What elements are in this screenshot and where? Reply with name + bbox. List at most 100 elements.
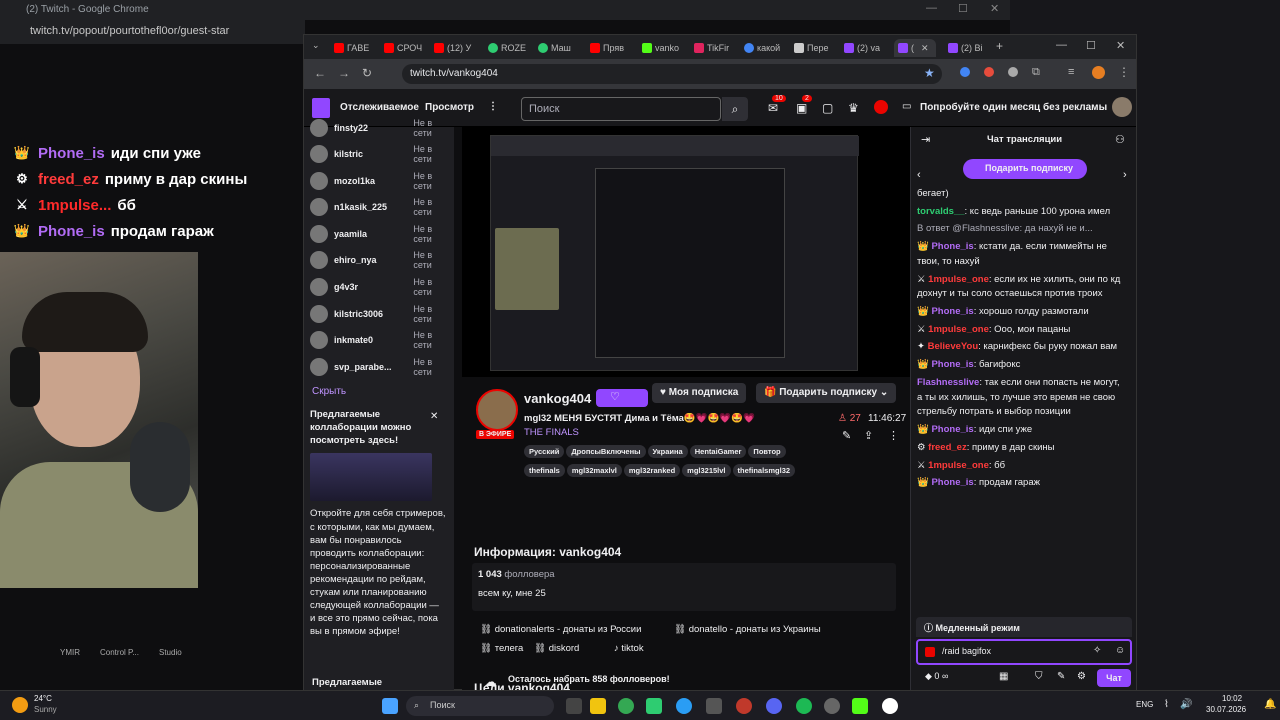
opera-icon[interactable] [736,698,752,714]
whispers-icon[interactable]: ▣ [796,101,807,115]
reload-icon[interactable]: ↻ [362,66,372,80]
extension-icon[interactable] [1008,67,1018,77]
crown-icon[interactable]: ♛ [848,101,859,115]
channel-points[interactable]: ◆ 0 ∞ [925,671,948,682]
sidebar-item[interactable]: yaamila Не в сети [310,221,450,247]
sidebar-item[interactable]: finsty22 Не в сети [310,115,450,141]
pen-icon[interactable]: ✎ [1057,671,1065,682]
collapse-chat-icon[interactable]: ⇥ [921,133,930,146]
chevron-left-icon[interactable]: ‹ [917,169,921,181]
chevron-right-icon[interactable]: › [1123,169,1127,181]
puzzle-icon[interactable]: ⧉ [1032,66,1040,79]
browser-tab[interactable]: (12) У [434,39,476,57]
browser-tab[interactable]: vanko [642,39,684,57]
gift-sub-chat-button[interactable]: Подарить подписку [963,159,1087,179]
browser-tab[interactable]: какой [744,39,786,57]
users-icon[interactable]: ⚇ [1115,133,1125,146]
sidebar-item[interactable]: kilstric3006 Не в сети [310,301,450,327]
browser-tab[interactable]: TikFir [694,39,736,57]
channel-avatar[interactable] [476,389,518,431]
volume-icon[interactable]: 🔊 [1180,699,1192,710]
list-icon[interactable]: ≡ [1068,66,1074,78]
sidebar-item[interactable]: svp_parabe... Не в сети [310,354,450,380]
browser-tab[interactable]: ГАВЕ [334,39,376,57]
prime-icon[interactable] [874,100,888,114]
browser-tab[interactable]: Пряв [590,39,632,57]
ad-free-promo[interactable]: Попробуйте один месяц без рекламы [920,102,1107,113]
telegram-icon[interactable] [676,698,692,714]
more-icon[interactable]: ⋮ [888,429,899,442]
gift-sub-button[interactable]: 🎁 Подарить подписку ⌄ [756,383,897,403]
star-icon[interactable]: ★ [924,66,935,80]
tag[interactable]: HentaiGamer [689,445,747,458]
minimize-icon[interactable]: — [926,2,937,14]
sidebar-item[interactable]: n1kasik_225 Не в сети [310,194,450,220]
browser-tab[interactable]: (2) Bi [948,39,990,57]
sidebar-item[interactable]: mozol1ka Не в сети [310,168,450,194]
magic-icon[interactable]: ✧ [1093,645,1101,656]
sidebar-item[interactable]: g4v3r Не в сети [310,274,450,300]
browser-tab[interactable]: Пере [794,39,836,57]
gear-icon[interactable]: ⚙ [1077,671,1086,682]
inbox-icon[interactable]: ✉ [768,101,778,115]
app-icon[interactable] [706,698,722,714]
chat-send-button[interactable]: Чат [1097,669,1131,687]
tab-list-icon[interactable]: ⌄ [312,40,320,51]
share-icon[interactable]: ⇪ [864,429,873,442]
spotify-icon[interactable] [796,698,812,714]
close-icon[interactable]: ✕ [990,2,999,15]
link-telegram[interactable]: ⛓ телега [480,643,523,654]
shield-icon[interactable]: ⛉ [1035,671,1043,682]
url-field[interactable]: twitch.tv/vankog404 [402,64,942,84]
my-sub-button[interactable]: ♥ Моя подписка [652,383,747,403]
clock-date[interactable]: 30.07.2026 [1206,705,1246,714]
follow-button[interactable] [596,389,648,407]
explorer-icon[interactable] [590,698,606,714]
network-icon[interactable]: ⌇ [1164,699,1169,710]
tag[interactable]: mgl32ranked [623,464,681,477]
forward-icon[interactable]: → [338,66,350,80]
tag[interactable]: thefinalsmgl32 [732,464,796,477]
kick-icon[interactable] [852,698,868,714]
game-link[interactable]: THE FINALS [524,427,579,438]
chat-bubble-icon[interactable]: ▢ [822,101,833,115]
tag[interactable]: mgl32maxlvl [566,464,622,477]
link-discord[interactable]: ⛓ diskord [534,643,579,654]
edit-icon[interactable]: ✎ [842,429,851,442]
link-donationalerts[interactable]: ⛓ donationalerts - донаты из России [480,624,641,635]
link-tiktok[interactable]: ♪ tiktok [614,643,644,654]
video-player[interactable] [462,127,910,377]
taskbar-search[interactable]: Поиск [406,696,554,716]
clock-time[interactable]: 10:02 [1222,694,1242,703]
browser-tab[interactable]: (2) va [844,39,886,57]
sidebar-item[interactable]: inkmate0 Не в сети [310,327,450,353]
emote-icon[interactable]: ☺ [1115,645,1125,656]
new-tab-icon[interactable]: + [996,39,1003,53]
search-icon[interactable]: ⌕ [722,97,748,121]
user-avatar[interactable] [1112,97,1132,117]
notification-icon[interactable]: 🔔 [1264,699,1276,710]
discord-icon[interactable] [766,698,782,714]
close-icon[interactable]: ✕ [430,411,438,422]
browser-tab[interactable]: ROZE [488,39,530,57]
nav-following[interactable]: Отслеживаемое [340,102,419,113]
browser-tab[interactable]: Маш [538,39,580,57]
back-icon[interactable]: ← [314,66,326,80]
language-indicator[interactable]: ENG [1136,700,1153,709]
maximize-icon[interactable]: ☐ [1086,39,1096,52]
minimize-icon[interactable]: — [1056,39,1067,51]
chrome-icon[interactable] [618,698,634,714]
close-icon[interactable]: ✕ [1116,39,1125,52]
sidebar-item[interactable]: kilstric Не в сети [310,141,450,167]
tag[interactable]: ДропсыВключены [566,445,646,458]
tag[interactable]: mgl3215lvl [682,464,731,477]
link-donatello[interactable]: ⛓ donatello - донаты из Украины [674,624,821,635]
hide-link[interactable]: Скрыть [312,386,346,397]
tag[interactable]: Русский [524,445,565,458]
menu-icon[interactable]: ⋮ [1118,65,1130,79]
sidebar-item[interactable]: ehiro_nya Не в сети [310,247,450,273]
more-icon[interactable]: ⋮ [488,101,498,112]
tag[interactable]: thefinals [524,464,565,477]
channel-name[interactable]: vankog404 [524,391,591,406]
browser-tab[interactable]: СРОЧ [384,39,426,57]
